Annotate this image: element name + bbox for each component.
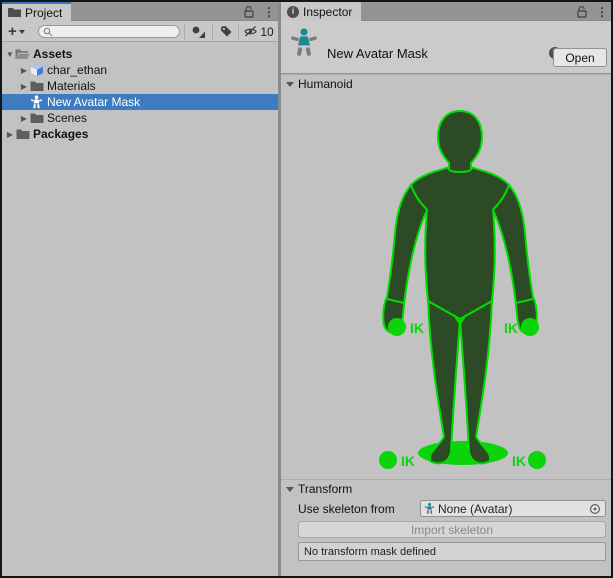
- left-hand-ik-label: IK: [410, 320, 424, 336]
- tab-inspector[interactable]: i Inspector: [281, 2, 361, 21]
- chevron-down-icon: [286, 82, 294, 87]
- plus-icon: +: [8, 24, 17, 39]
- filter-by-type-icon: [191, 25, 206, 39]
- project-tabbar-controls: ⋮: [244, 2, 275, 21]
- foldout-open-icon[interactable]: ▼: [5, 50, 15, 59]
- object-picker-icon[interactable]: [589, 503, 601, 515]
- right-hand-ik-dot[interactable]: [521, 318, 539, 336]
- foldout-closed-icon[interactable]: ▶: [5, 130, 15, 139]
- folder-icon: [8, 7, 21, 18]
- create-asset-button[interactable]: +: [2, 21, 29, 41]
- left-foot-ik-label: IK: [401, 453, 415, 469]
- humanoid-body-svg: IK IK IK IK: [340, 103, 600, 473]
- tree-item-label: char_ethan: [47, 63, 107, 77]
- use-skeleton-label: Use skeleton from: [298, 502, 395, 516]
- left-hand-ik-dot[interactable]: [388, 318, 406, 336]
- lock-icon[interactable]: [577, 6, 588, 18]
- foldout-closed-icon[interactable]: ▶: [19, 114, 29, 123]
- project-tree: ▼ Assets ▶ char_ethan ▶ Materials: [2, 46, 278, 142]
- tab-project-label: Project: [25, 6, 62, 20]
- inspector-panel: i Inspector ⋮ New Avatar Mask ? ⋮: [281, 2, 611, 576]
- transform-foldout-label: Transform: [298, 482, 352, 496]
- model-cube-icon: [29, 63, 44, 77]
- search-input[interactable]: [38, 25, 180, 38]
- tree-item-char-ethan[interactable]: ▶ char_ethan: [2, 62, 278, 78]
- skeleton-field-value: None (Avatar): [438, 502, 586, 516]
- open-button[interactable]: Open: [553, 48, 607, 67]
- tree-item-new-avatar-mask[interactable]: New Avatar Mask: [2, 94, 278, 110]
- project-tabbar: Project ⋮: [2, 2, 278, 21]
- no-transform-mask-helpbox: No transform mask defined: [298, 542, 606, 561]
- folder-icon: [15, 127, 30, 141]
- chevron-down-icon: [19, 30, 25, 34]
- humanoid-foldout[interactable]: Humanoid: [281, 74, 611, 93]
- project-toolbar: + 10: [2, 21, 278, 42]
- right-arm-toggle[interactable]: [493, 185, 537, 333]
- tree-item-label: Packages: [33, 127, 88, 141]
- foldout-closed-icon[interactable]: ▶: [19, 82, 29, 91]
- left-foot-ik-dot[interactable]: [379, 451, 397, 469]
- head-toggle[interactable]: [438, 111, 482, 172]
- right-foot-ik-label: IK: [512, 453, 526, 469]
- tree-item-label: New Avatar Mask: [47, 95, 140, 109]
- tab-inspector-label: Inspector: [303, 5, 352, 19]
- humanoid-foldout-label: Humanoid: [298, 77, 353, 91]
- use-skeleton-row: Use skeleton from None (Avatar): [281, 499, 611, 519]
- info-icon: i: [287, 6, 299, 18]
- import-skeleton-button[interactable]: Import skeleton: [298, 521, 606, 538]
- avatar-mask-large-icon: [290, 27, 318, 57]
- lock-icon[interactable]: [244, 6, 255, 18]
- avatar-mask-body-diagram: IK IK IK IK: [281, 93, 611, 479]
- tree-item-assets[interactable]: ▼ Assets: [2, 46, 278, 62]
- left-leg-toggle[interactable]: [428, 301, 460, 463]
- left-arm-toggle[interactable]: [383, 185, 427, 333]
- inspector-tabbar-controls: ⋮: [577, 2, 608, 21]
- tree-item-materials[interactable]: ▶ Materials: [2, 78, 278, 94]
- tree-item-label: Materials: [47, 79, 96, 93]
- avatar-mask-icon: [29, 95, 44, 109]
- avatar-icon: [424, 502, 435, 515]
- folder-icon: [29, 111, 44, 125]
- torso-toggle[interactable]: [411, 167, 509, 319]
- hidden-count: 10: [260, 25, 273, 39]
- chevron-down-icon: [286, 487, 294, 492]
- right-hand-ik-label: IK: [504, 320, 518, 336]
- eye-slash-icon: [243, 25, 259, 38]
- page-title: New Avatar Mask: [327, 46, 428, 61]
- right-foot-ik-dot[interactable]: [528, 451, 546, 469]
- inspector-header: New Avatar Mask ? ⋮ Open: [281, 21, 611, 74]
- filter-by-type-button[interactable]: [185, 21, 212, 42]
- folder-open-icon: [15, 47, 30, 61]
- tab-project[interactable]: Project: [2, 2, 71, 21]
- tree-item-scenes[interactable]: ▶ Scenes: [2, 110, 278, 126]
- kebab-menu-icon[interactable]: ⋮: [263, 6, 275, 18]
- tree-item-label: Scenes: [47, 111, 87, 125]
- right-leg-toggle[interactable]: [460, 301, 492, 463]
- skeleton-object-field[interactable]: None (Avatar): [420, 500, 606, 517]
- tag-icon: [219, 25, 233, 38]
- filter-by-label-button[interactable]: [213, 21, 238, 42]
- transform-foldout[interactable]: Transform: [281, 479, 611, 498]
- search-icon: [43, 27, 53, 37]
- folder-icon: [29, 79, 44, 93]
- project-panel: Project ⋮ +: [2, 2, 278, 576]
- tree-item-packages[interactable]: ▶ Packages: [2, 126, 278, 142]
- foldout-closed-icon[interactable]: ▶: [19, 66, 29, 75]
- unity-editor-window: Project ⋮ +: [0, 0, 613, 578]
- kebab-menu-icon[interactable]: ⋮: [596, 6, 608, 18]
- hidden-items-toggle[interactable]: 10: [239, 21, 278, 42]
- inspector-tabbar: i Inspector ⋮: [281, 2, 611, 21]
- tree-item-label: Assets: [33, 47, 72, 61]
